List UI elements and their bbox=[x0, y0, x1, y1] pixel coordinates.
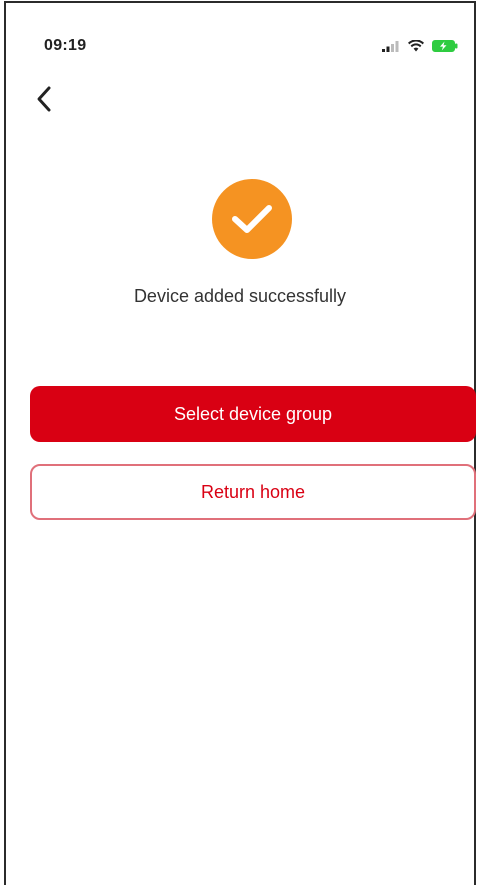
back-button[interactable] bbox=[28, 83, 60, 119]
check-circle-icon bbox=[212, 179, 292, 259]
select-device-group-button[interactable]: Select device group bbox=[30, 386, 476, 442]
battery-charging-icon bbox=[432, 39, 458, 57]
return-home-button[interactable]: Return home bbox=[30, 464, 476, 520]
status-bar: 09:19 bbox=[6, 3, 474, 73]
signal-icon bbox=[382, 39, 400, 57]
wifi-icon bbox=[408, 39, 424, 57]
status-time: 09:19 bbox=[44, 37, 87, 54]
phone-screen: 09:19 Device added successfully Select d… bbox=[4, 1, 476, 885]
chevron-left-icon bbox=[35, 85, 53, 118]
status-icons bbox=[382, 39, 458, 57]
success-message: Device added successfully bbox=[133, 286, 347, 306]
